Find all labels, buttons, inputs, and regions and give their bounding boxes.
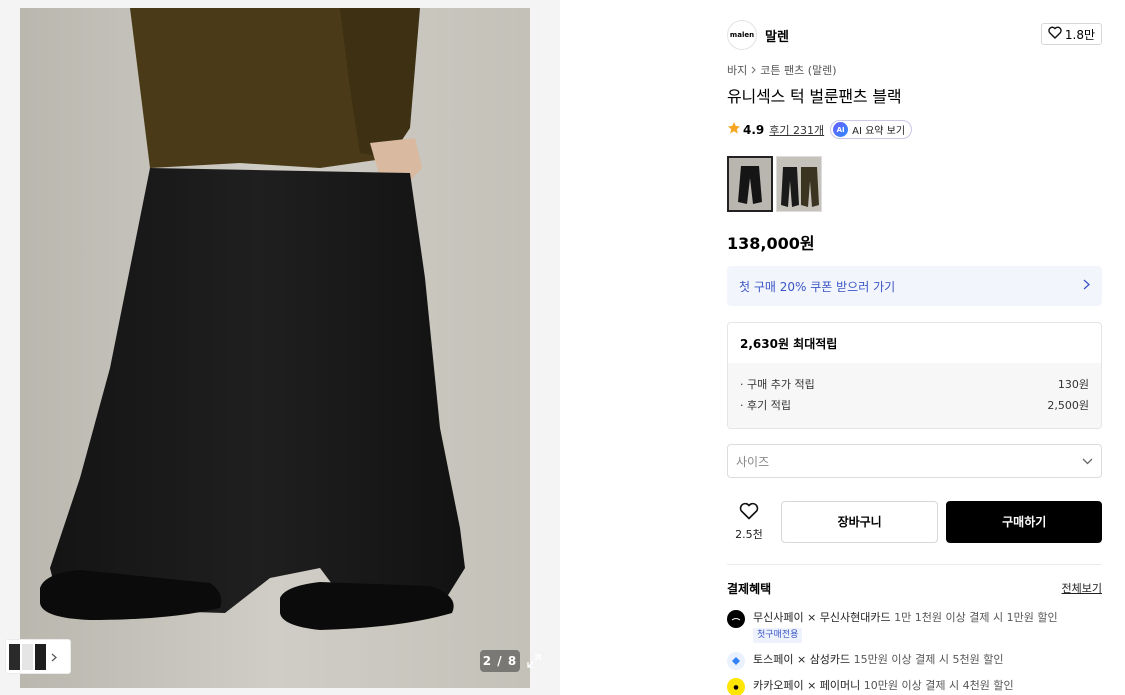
view-all-link[interactable]: 전체보기	[1062, 580, 1102, 597]
benefit-detail: 1만 1천원 이상 결제 시 1만원 할인	[890, 611, 1058, 624]
ai-icon: AI	[833, 122, 849, 137]
kakao-pay-icon: ●	[727, 678, 745, 695]
thumbnail[interactable]	[35, 643, 46, 670]
size-placeholder: 사이즈	[736, 454, 770, 469]
purchase-actions: 2.5천 장바구니 구매하기	[727, 500, 1102, 543]
product-price: 138,000원	[727, 234, 815, 253]
breadcrumb-subcategory[interactable]: 코튼 팬츠 (말렌)	[760, 62, 836, 78]
size-select[interactable]: 사이즈	[727, 444, 1102, 478]
chevron-right-icon	[751, 64, 757, 77]
points-line: · 후기 적립 2,500원	[740, 394, 1089, 415]
ai-summary-button[interactable]: AI AI 요약 보기	[830, 120, 913, 139]
thumbnail-strip[interactable]	[6, 640, 70, 673]
ai-summary-label: AI 요약 보기	[852, 126, 906, 137]
benefit-detail: 10만원 이상 결제 시 4천원 할인	[860, 679, 1014, 692]
coupon-text: 첫 구매 20% 쿠폰 받으러 가기	[739, 279, 896, 294]
brand-name[interactable]: 말렌	[765, 26, 789, 45]
color-option-black[interactable]	[727, 156, 773, 212]
benefit-item[interactable]: 무신사페이 × 무신사현대카드 1만 1천원 이상 결제 시 1만원 할인 첫구…	[727, 610, 1102, 643]
reviews-link[interactable]: 후기 231개	[769, 122, 824, 138]
first-purchase-tag: 첫구매전용	[753, 628, 803, 643]
color-option-khaki[interactable]	[776, 156, 822, 212]
wishlist-button[interactable]: 2.5천	[727, 500, 771, 543]
rating-score: 4.9	[743, 122, 765, 137]
divider	[727, 564, 1102, 565]
image-counter: 2 / 8	[480, 650, 520, 672]
thumbnail[interactable]	[22, 643, 33, 670]
brand-logo[interactable]: malen	[727, 20, 757, 50]
product-main-image[interactable]	[20, 8, 530, 688]
brand-row: malen 말렌 1.8만	[727, 20, 1102, 50]
wishlist-count: 2.5천	[735, 527, 763, 541]
points-value: 130원	[1057, 377, 1089, 391]
expand-icon[interactable]	[524, 651, 544, 671]
product-gallery: 2 / 8	[0, 0, 560, 695]
product-title: 유니섹스 턱 벌룬팬츠 블랙	[727, 87, 902, 106]
benefit-brand: 토스페이 × 삼성카드	[753, 653, 851, 666]
points-total: 2,630원 최대적립	[740, 336, 838, 351]
benefit-text: 카카오페이 × 페이머니 10만원 이상 결제 시 4천원 할인	[753, 678, 1014, 694]
heart-icon	[1048, 26, 1062, 42]
payment-benefits-title: 결제혜택	[727, 582, 772, 596]
first-purchase-coupon-banner[interactable]: 첫 구매 20% 쿠폰 받으러 가기	[727, 266, 1102, 306]
product-info-panel: malen 말렌 1.8만 바지 코튼 팬츠 (말렌) 유니섹스 턱 벌룬팬츠 …	[712, 8, 1117, 695]
add-to-cart-button[interactable]: 장바구니	[780, 500, 939, 543]
benefit-item[interactable]: 토스페이 × 삼성카드 15만원 이상 결제 시 5천원 할인	[727, 652, 1102, 670]
rating-row: 4.9 후기 231개 AI AI 요약 보기	[727, 120, 913, 139]
color-options	[727, 156, 822, 212]
buy-now-button[interactable]: 구매하기	[946, 500, 1102, 543]
heart-icon	[739, 502, 759, 523]
brand-like-count: 1.8만	[1064, 27, 1095, 42]
points-label: · 후기 적립	[740, 398, 791, 412]
star-icon	[727, 121, 741, 138]
brand-like-button[interactable]: 1.8만	[1040, 23, 1102, 45]
points-line: · 구매 추가 적립 130원	[740, 373, 1089, 394]
musinsa-pay-icon	[727, 610, 745, 628]
chevron-down-icon	[1082, 454, 1093, 468]
thumbnail[interactable]	[9, 643, 20, 670]
toss-pay-icon	[727, 652, 745, 670]
points-box: 2,630원 최대적립 · 구매 추가 적립 130원 · 후기 적립 2,50…	[727, 322, 1102, 429]
payment-benefits-header: 결제혜택 전체보기	[727, 580, 1102, 597]
benefit-item[interactable]: ● 카카오페이 × 페이머니 10만원 이상 결제 시 4천원 할인	[727, 678, 1102, 695]
points-value: 2,500원	[1047, 398, 1089, 412]
benefit-text: 무신사페이 × 무신사현대카드 1만 1천원 이상 결제 시 1만원 할인 첫구…	[753, 610, 1058, 643]
breadcrumb: 바지 코튼 팬츠 (말렌)	[727, 62, 837, 78]
breadcrumb-category[interactable]: 바지	[727, 62, 747, 78]
benefit-brand: 카카오페이 × 페이머니	[753, 679, 861, 692]
points-breakdown: · 구매 추가 적립 130원 · 후기 적립 2,500원	[728, 363, 1101, 428]
chevron-right-icon[interactable]	[51, 647, 57, 666]
chevron-right-icon	[1083, 279, 1090, 293]
product-photo-illustration	[20, 8, 530, 688]
benefit-text: 토스페이 × 삼성카드 15만원 이상 결제 시 5천원 할인	[753, 652, 1003, 668]
benefit-detail: 15만원 이상 결제 시 5천원 할인	[850, 653, 1004, 666]
benefit-brand: 무신사페이 × 무신사현대카드	[753, 611, 891, 624]
points-label: · 구매 추가 적립	[740, 377, 815, 391]
